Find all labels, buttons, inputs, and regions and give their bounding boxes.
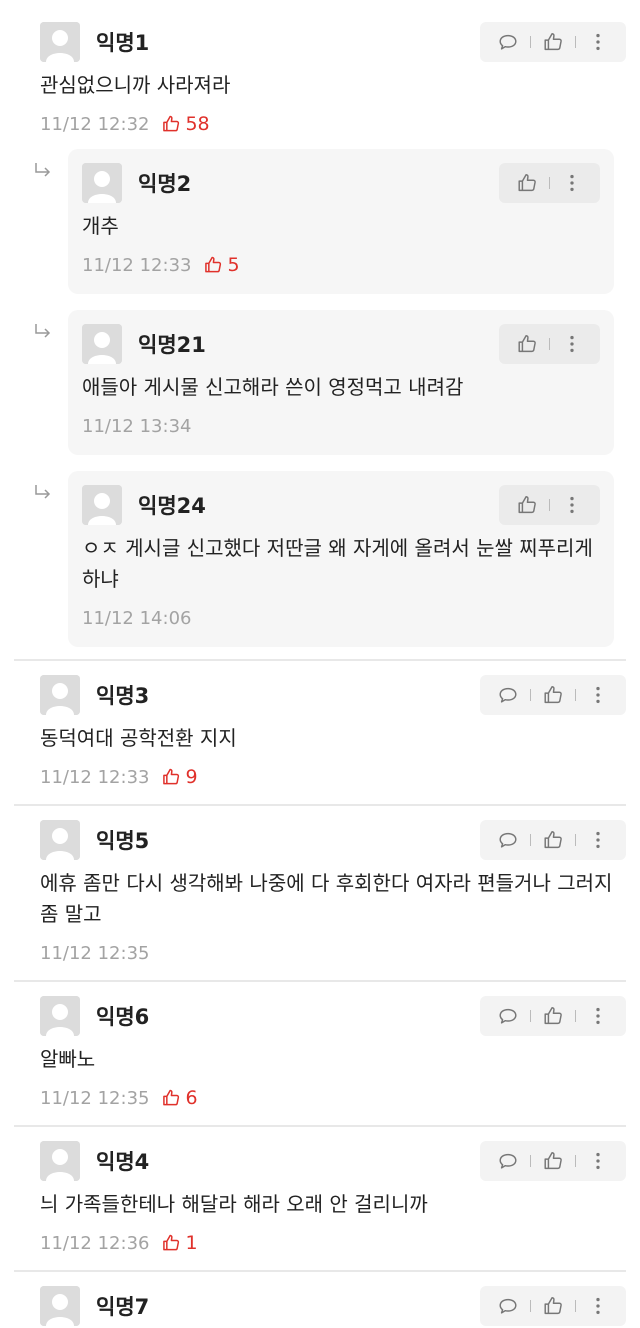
- like-count: 9: [161, 766, 198, 788]
- thumbs-up-icon[interactable]: [535, 1143, 571, 1179]
- comment-time: 11/12 12:36: [40, 1232, 150, 1254]
- like-count: 6: [161, 1087, 198, 1109]
- comment-actions: [480, 820, 626, 860]
- reply-arrow-icon: [34, 485, 52, 499]
- comment-text: 관심없으니까 사라져라: [40, 73, 231, 97]
- comment-text: 애들아 게시물 신고해라 쓴이 영정먹고 내려감: [82, 375, 464, 399]
- more-options-icon[interactable]: [580, 677, 616, 713]
- comment-time: 11/12 12:33: [40, 766, 150, 788]
- more-options-icon[interactable]: [554, 487, 590, 523]
- comment-text: 늬 가족들한테나 해달라 해라 오래 안 걸리니까: [40, 1192, 428, 1216]
- divider: [14, 980, 626, 982]
- reply-bubble-icon[interactable]: [490, 822, 526, 858]
- reply-bubble-icon[interactable]: [490, 1288, 526, 1324]
- comment-author: 익명1: [96, 31, 150, 55]
- reply-bubble-icon[interactable]: [490, 998, 526, 1034]
- avatar: [40, 22, 80, 62]
- comment-actions: [480, 996, 626, 1036]
- reply-item: 익명2 개추 11/12 12:33 5: [40, 149, 614, 294]
- thumbs-up-icon: [203, 255, 223, 275]
- thumbs-up-icon: [161, 1088, 181, 1108]
- like-count: 58: [161, 113, 210, 135]
- thumbs-up-icon[interactable]: [509, 487, 545, 523]
- thumbs-up-icon[interactable]: [509, 165, 545, 201]
- more-options-icon[interactable]: [580, 1143, 616, 1179]
- comment-item: 익명7: [0, 1284, 640, 1328]
- more-options-icon[interactable]: [554, 165, 590, 201]
- comment-actions: [480, 675, 626, 715]
- avatar: [82, 485, 122, 525]
- comment-item: 익명5 에휴 좀만 다시 생각해봐 나중에 다 후회한다 여자라 편들거나 그러…: [0, 818, 640, 968]
- more-options-icon[interactable]: [580, 24, 616, 60]
- comment-author: 익명3: [96, 684, 150, 708]
- comment-author: 익명7: [96, 1295, 150, 1319]
- thumbs-up-icon: [161, 1233, 181, 1253]
- comment-item: 익명6 알빠노 11/12 12:35 6: [0, 994, 640, 1113]
- like-count: 5: [203, 254, 240, 276]
- comment-list: 익명1 관심없으니까 사라져라 11/12 12:32 58 익명2 개추 11…: [0, 0, 640, 1328]
- more-options-icon[interactable]: [554, 326, 590, 362]
- like-count: 1: [161, 1232, 198, 1254]
- comment-actions: [499, 324, 600, 364]
- divider: [14, 1125, 626, 1127]
- avatar: [40, 820, 80, 860]
- comment-author: 익명24: [138, 494, 206, 518]
- reply-arrow-icon: [34, 163, 52, 177]
- comment-actions: [480, 22, 626, 62]
- reply-bubble-icon[interactable]: [490, 677, 526, 713]
- comment-item: 익명4 늬 가족들한테나 해달라 해라 오래 안 걸리니까 11/12 12:3…: [0, 1139, 640, 1258]
- comment-item: 익명3 동덕여대 공학전환 지지 11/12 12:33 9: [0, 673, 640, 792]
- comment-author: 익명6: [96, 1005, 150, 1029]
- comment-text: 동덕여대 공학전환 지지: [40, 726, 237, 750]
- avatar: [40, 1286, 80, 1326]
- reply-bubble-icon[interactable]: [490, 1143, 526, 1179]
- comment-text: 알빠노: [40, 1047, 96, 1071]
- thumbs-up-icon: [161, 114, 181, 134]
- thumbs-up-icon[interactable]: [535, 998, 571, 1034]
- thumbs-up-icon[interactable]: [535, 1288, 571, 1324]
- comment-actions: [499, 485, 600, 525]
- divider: [14, 659, 626, 661]
- avatar: [40, 996, 80, 1036]
- comment-author: 익명21: [138, 333, 206, 357]
- comment-time: 11/12 12:33: [82, 254, 192, 276]
- comment-item: 익명1 관심없으니까 사라져라 11/12 12:32 58: [0, 20, 640, 139]
- avatar: [82, 324, 122, 364]
- divider: [14, 804, 626, 806]
- comment-text: ㅇㅈ 게시글 신고했다 저딴글 왜 자게에 올려서 눈쌀 찌푸리게하냐: [82, 536, 593, 591]
- thumbs-up-icon[interactable]: [535, 677, 571, 713]
- comment-time: 11/12 12:35: [40, 1087, 150, 1109]
- thumbs-up-icon[interactable]: [509, 326, 545, 362]
- divider: [14, 1270, 626, 1272]
- comment-author: 익명5: [96, 829, 150, 853]
- avatar: [40, 675, 80, 715]
- reply-item: 익명24 ㅇㅈ 게시글 신고했다 저딴글 왜 자게에 올려서 눈쌀 찌푸리게하냐…: [40, 471, 614, 647]
- more-options-icon[interactable]: [580, 1288, 616, 1324]
- more-options-icon[interactable]: [580, 998, 616, 1034]
- reply-arrow-icon: [34, 324, 52, 338]
- thumbs-up-icon[interactable]: [535, 24, 571, 60]
- reply-bubble-icon[interactable]: [490, 24, 526, 60]
- avatar: [82, 163, 122, 203]
- comment-time: 11/12 12:32: [40, 113, 150, 135]
- more-options-icon[interactable]: [580, 822, 616, 858]
- comment-text: 에휴 좀만 다시 생각해봐 나중에 다 후회한다 여자라 편들거나 그러지좀 말…: [40, 871, 613, 926]
- thumbs-up-icon: [161, 767, 181, 787]
- comment-author: 익명2: [138, 172, 192, 196]
- comment-text: 개추: [82, 214, 119, 238]
- thumbs-up-icon[interactable]: [535, 822, 571, 858]
- comment-time: 11/12 12:35: [40, 942, 150, 964]
- comment-time: 11/12 14:06: [82, 607, 192, 629]
- comment-actions: [480, 1141, 626, 1181]
- comment-actions: [499, 163, 600, 203]
- avatar: [40, 1141, 80, 1181]
- reply-item: 익명21 애들아 게시물 신고해라 쓴이 영정먹고 내려감 11/12 13:3…: [40, 310, 614, 455]
- comment-author: 익명4: [96, 1150, 150, 1174]
- comment-actions: [480, 1286, 626, 1326]
- comment-time: 11/12 13:34: [82, 415, 192, 437]
